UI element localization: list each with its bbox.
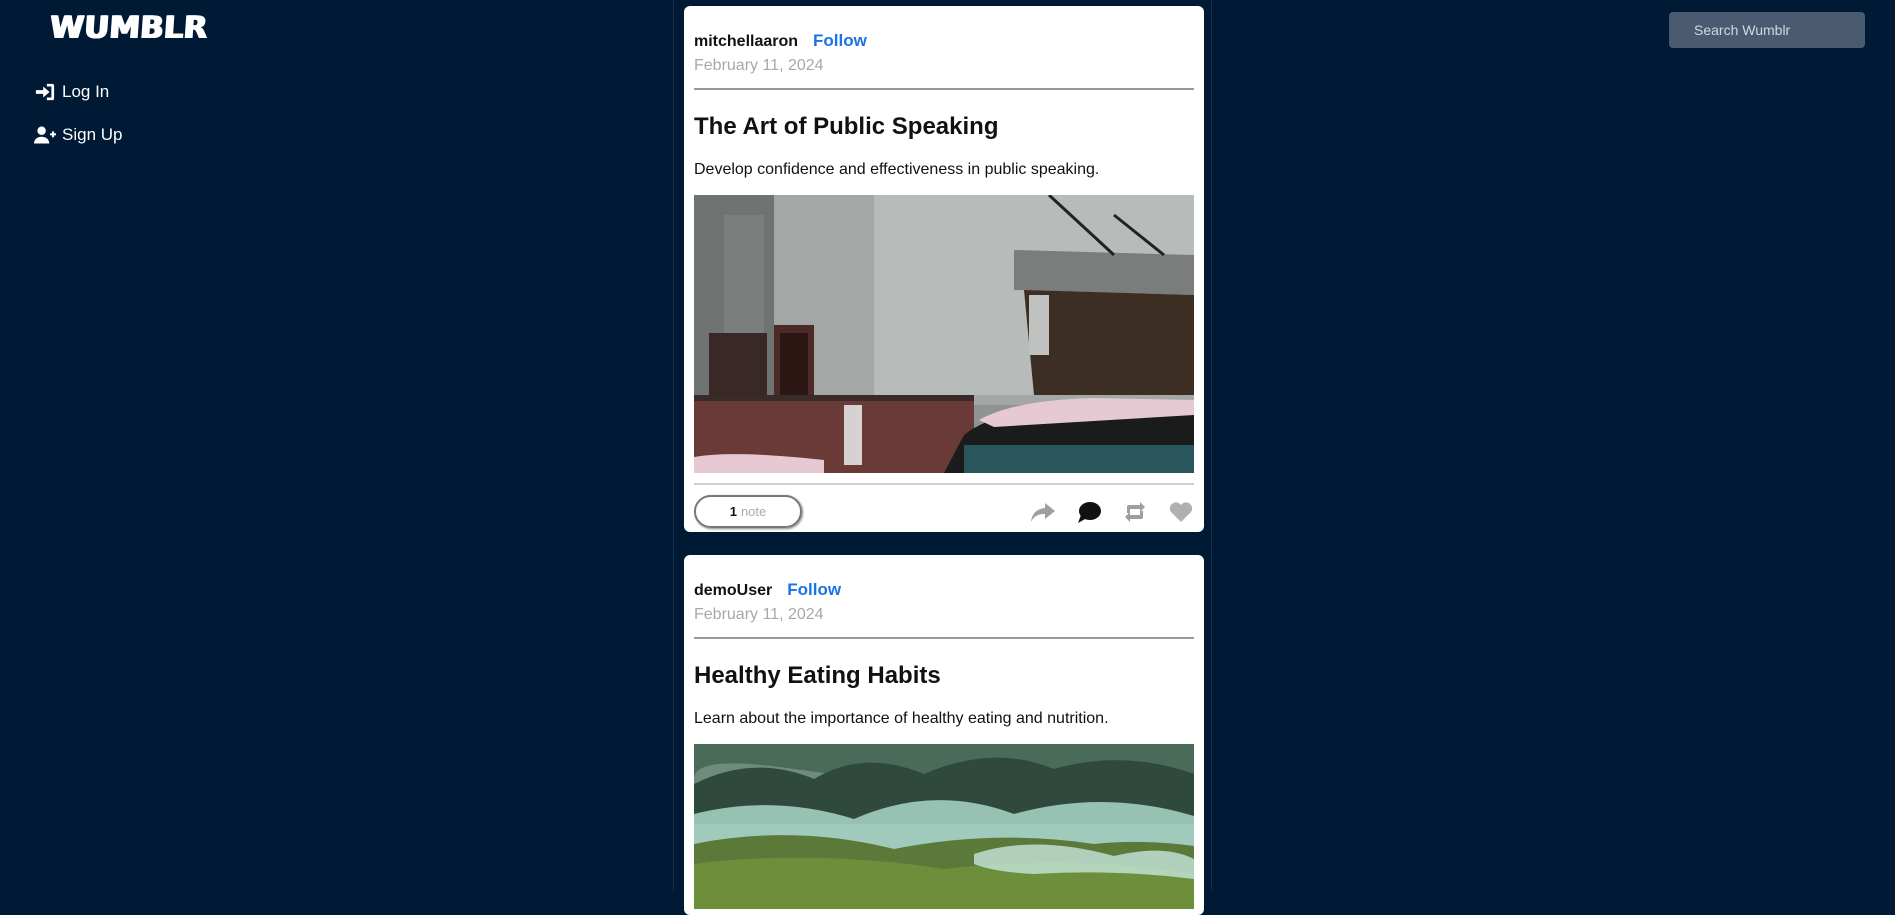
heart-icon[interactable] [1168,500,1194,524]
user-plus-icon [34,126,56,143]
reblog-icon[interactable] [1122,500,1148,524]
comment-icon[interactable] [1076,500,1102,524]
share-icon[interactable] [1030,500,1056,524]
nav-item-label: Log In [62,81,110,101]
post-author[interactable]: mitchellaaron [694,33,798,51]
follow-button[interactable]: Follow [813,31,867,51]
post-footer: 1 note [694,483,1194,538]
notes-count: 1 [729,504,737,519]
follow-button[interactable]: Follow [787,580,841,600]
side-nav: Log In Sign Up [34,70,122,156]
post-title: Healthy Eating Habits [694,662,941,689]
post-card: mitchellaaron Follow February 11, 2024 T… [684,6,1204,532]
post-actions [1030,500,1194,524]
nav-item-label: Sign Up [62,124,123,144]
post-description: Develop confidence and effectiveness in … [694,161,1100,178]
post-image [694,195,1194,473]
nav-item-sign-up[interactable]: Sign Up [34,113,122,156]
post-header: mitchellaaron Follow February 11, 2024 [694,6,1194,90]
post-image [694,744,1194,909]
login-icon [35,83,55,100]
post-author[interactable]: demoUser [694,582,772,600]
nav-item-log-in[interactable]: Log In [34,70,122,113]
notes-button[interactable]: 1 note [694,495,802,528]
post-title: The Art of Public Speaking [694,113,999,140]
wumblr-logo[interactable]: WUMBLR [49,10,209,46]
post-description: Learn about the importance of healthy ea… [694,710,1109,727]
post-date: February 11, 2024 [694,606,824,623]
post-header: demoUser Follow February 11, 2024 [694,555,1194,639]
post-card: demoUser Follow February 11, 2024 Health… [684,555,1204,915]
search-placeholder: Search Wumblr [1694,22,1791,38]
notes-label: note [740,504,767,519]
search-input[interactable]: Search Wumblr [1669,12,1865,48]
post-date: February 11, 2024 [694,57,824,74]
